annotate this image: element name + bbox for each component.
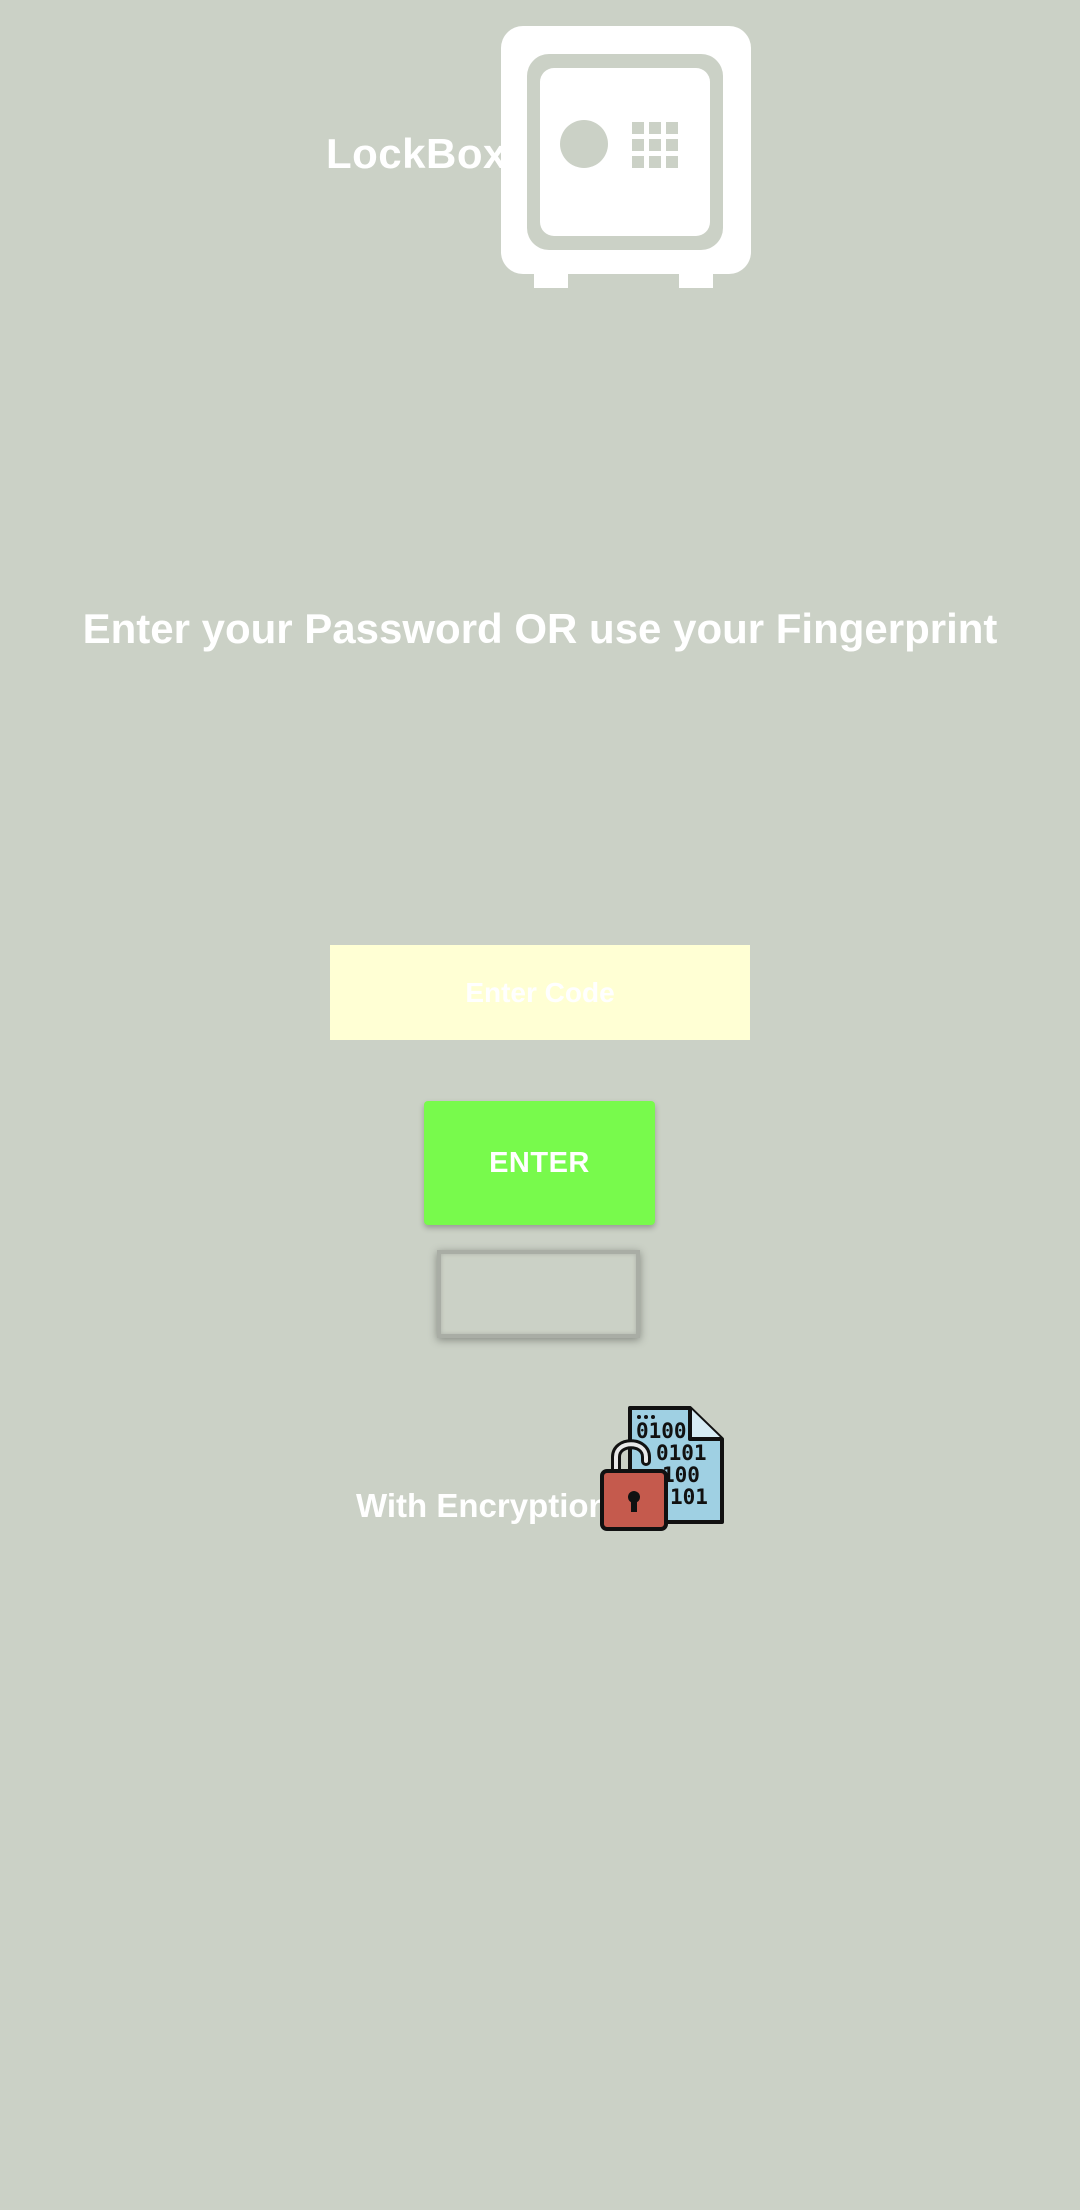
svg-text:0100: 0100 [636,1419,687,1443]
prompt-text: Enter your Password OR use your Fingerpr… [82,605,998,652]
app-title: LockBox [326,130,507,177]
svg-text:101: 101 [670,1485,708,1509]
svg-text:0101: 0101 [656,1441,707,1465]
code-input[interactable] [330,945,750,1040]
encryption-label: With Encryption [356,1487,609,1524]
enter-button[interactable]: ENTER [424,1101,655,1225]
safe-icon [501,26,751,288]
encrypted-file-unlocked-icon: 0100 0101 100 101 [600,1406,724,1531]
fingerprint-button[interactable] [437,1250,640,1338]
